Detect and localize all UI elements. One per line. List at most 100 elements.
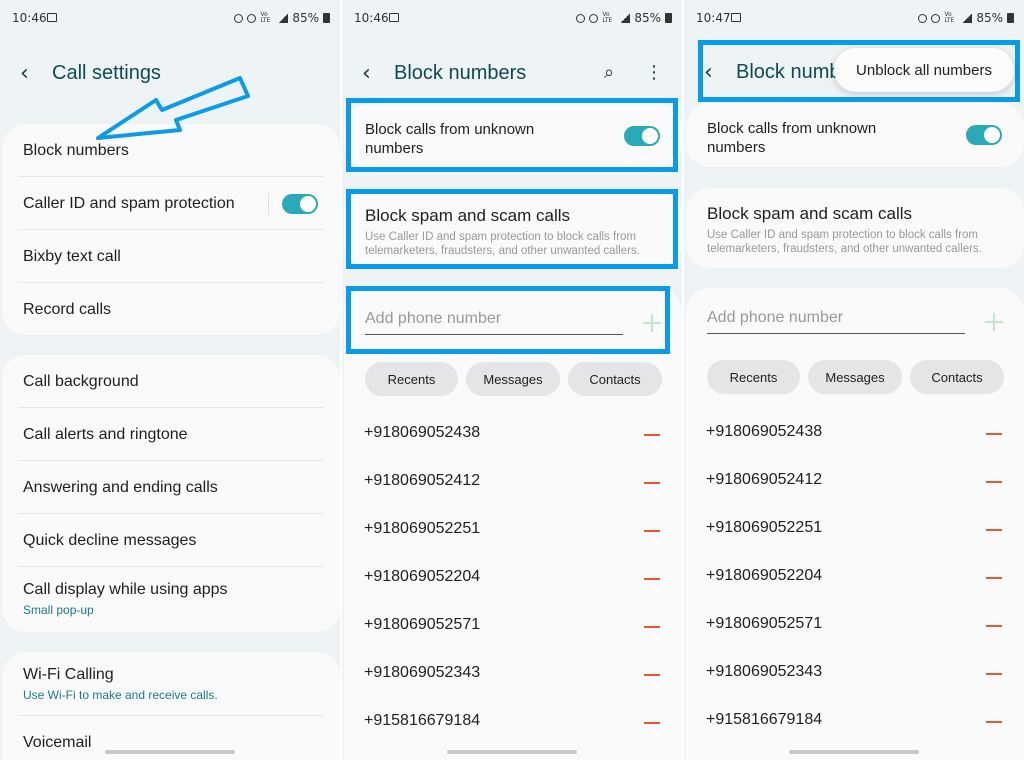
gallery-icon [389,13,399,22]
caller-id-item[interactable]: Caller ID and spam protection [2,177,340,230]
home-indicator [105,750,235,754]
status-bar: 10:47 Vo LTE 85% [684,8,1024,30]
blocked-list-card: Add phone number Recents Messages Contac… [686,288,1024,760]
add-icon[interactable] [985,313,1003,331]
blocked-number-row: +918069052343 [706,663,1008,687]
quick-decline-label: Quick decline messages [23,531,197,549]
status-bar: 10:46 Vo LTE 85% [0,8,340,30]
call-background-label: Call background [23,372,139,390]
blocked-number-row: +918069052204 [364,568,666,592]
remove-icon[interactable] [986,481,1002,483]
call-display-item[interactable]: Call display while using apps Small pop-… [2,567,340,631]
call-background-item[interactable]: Call background [2,355,340,408]
remove-icon[interactable] [644,722,660,724]
record-calls-label: Record calls [23,300,112,318]
back-icon[interactable]: ‹ [20,62,29,86]
highlight-box [346,98,678,172]
blocked-number-row: +918069052571 [364,616,666,640]
signal-icon [278,13,289,23]
settings-group-2: Call background Call alerts and ringtone… [2,355,340,632]
alarm-icon [589,13,599,23]
status-time: 10:46 [354,11,389,25]
quick-decline-item[interactable]: Quick decline messages [2,514,340,567]
remove-icon[interactable] [644,626,660,628]
lock-icon [918,13,928,23]
blocked-number-row: +918069052571 [706,615,1008,639]
phone-number: +915816679184 [364,712,481,729]
unknown-numbers-toggle[interactable] [966,125,1002,145]
alarm-icon [247,13,257,23]
app-header: ‹ Block numbers ⌕ ⋮ [342,58,682,90]
phone-number: +918069052412 [706,471,823,488]
remove-icon[interactable] [644,674,660,676]
spam-scam-desc: Use Caller ID and spam protection to blo… [707,228,982,256]
call-alerts-label: Call alerts and ringtone [23,425,188,443]
volte-icon: Vo LTE [944,11,955,24]
unknown-numbers-card: Block calls from unknown numbers [686,103,1024,167]
contacts-chip[interactable]: Contacts [568,362,662,396]
remove-icon[interactable] [644,578,660,580]
phone-number: +918069052343 [706,663,823,680]
more-options-icon[interactable]: ⋮ [645,62,663,84]
remove-icon[interactable] [986,673,1002,675]
gallery-icon [731,13,741,22]
unknown-line-1: Block calls from unknown [707,120,877,137]
arrow-annotation [96,76,250,140]
lock-icon [576,13,586,23]
highlight-box [346,189,678,269]
phone-number: +918069052204 [706,567,823,584]
bixby-text-call-item[interactable]: Bixby text call [2,230,340,283]
recents-chip[interactable]: Recents [365,362,458,396]
status-time: 10:46 [12,11,47,25]
settings-group-1: Block numbers Caller ID and spam protect… [2,124,340,335]
blocked-number-row: +915816679184 [364,712,666,736]
record-calls-item[interactable]: Record calls [2,283,340,336]
call-settings-screen: 10:46 Vo LTE 85% ‹ Call settings Block n… [0,0,340,760]
remove-icon[interactable] [986,721,1002,723]
settings-group-3: Wi-Fi Calling Use Wi-Fi to make and rece… [2,652,340,760]
signal-icon [620,13,631,23]
page-title: Block numbers [394,62,527,84]
messages-chip[interactable]: Messages [808,360,902,394]
search-icon[interactable]: ⌕ [604,62,614,84]
answering-ending-item[interactable]: Answering and ending calls [2,461,340,514]
remove-icon[interactable] [644,482,660,484]
wifi-calling-label: Wi-Fi Calling [23,666,114,683]
signal-icon [962,13,973,23]
recents-chip[interactable]: Recents [707,360,800,394]
status-bar: 10:46 Vo LTE 85% [342,8,682,30]
unblock-all-menu-item[interactable]: Unblock all numbers [834,48,1014,92]
wifi-calling-item[interactable]: Wi-Fi Calling Use Wi-Fi to make and rece… [2,652,340,716]
phone-number: +915816679184 [706,711,823,728]
blocked-number-row: +915816679184 [706,711,1008,735]
back-icon[interactable]: ‹ [362,62,371,86]
input-underline [707,333,965,334]
remove-icon[interactable] [986,529,1002,531]
remove-icon[interactable] [986,577,1002,579]
messages-chip[interactable]: Messages [466,362,560,396]
contacts-chip[interactable]: Contacts [910,360,1004,394]
remove-icon[interactable] [986,625,1002,627]
battery-icon [665,13,672,23]
blocked-number-row: +918069052412 [706,471,1008,495]
battery-percent: 85% [292,11,319,25]
gallery-icon [47,13,57,22]
add-phone-input[interactable]: Add phone number [707,309,843,327]
bixby-text-call-label: Bixby text call [23,247,121,265]
call-alerts-item[interactable]: Call alerts and ringtone [2,408,340,461]
highlight-box [346,286,670,354]
remove-icon[interactable] [644,530,660,532]
phone-number: +918069052412 [364,472,481,489]
call-display-sub: Small pop-up [23,603,94,617]
remove-icon[interactable] [644,434,660,436]
spam-scam-title: Block spam and scam calls [707,204,913,223]
battery-percent: 85% [634,11,661,25]
answering-ending-label: Answering and ending calls [23,478,218,496]
spam-desc-1: Use Caller ID and spam protection to blo… [707,229,978,241]
lock-icon [234,13,244,23]
blocked-number-row: +918069052251 [706,519,1008,543]
phone-number: +918069052438 [364,424,481,441]
remove-icon[interactable] [986,433,1002,435]
caller-id-toggle[interactable] [282,194,318,214]
spam-scam-card[interactable]: Block spam and scam calls Use Caller ID … [686,188,1024,268]
